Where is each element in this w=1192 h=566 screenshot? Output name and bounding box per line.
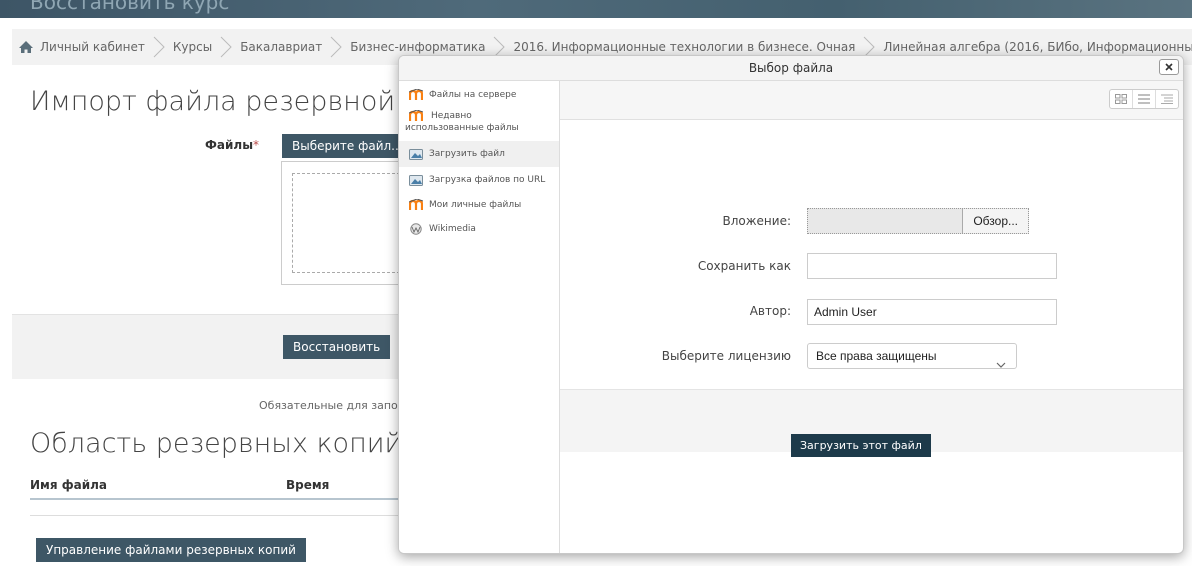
tree-view-icon[interactable]: [1156, 90, 1178, 108]
choose-file-button[interactable]: Выберите файл...: [282, 134, 402, 158]
repository-item-wikimedia[interactable]: Wikimedia: [399, 217, 559, 241]
home-icon[interactable]: [18, 40, 34, 54]
repository-item-url-download[interactable]: Загрузка файлов по URL: [399, 167, 559, 193]
repository-label: Загрузить файл: [429, 149, 505, 159]
view-mode-buttons: [1109, 89, 1179, 109]
moodle-icon: [408, 109, 424, 122]
repository-list: Файлы на сервере Недавно использованные …: [399, 81, 560, 553]
files-label-text: Файлы: [205, 138, 254, 152]
breadcrumb-chevron-icon: [153, 36, 165, 58]
author-input[interactable]: Admin User: [807, 299, 1057, 325]
repository-item-upload-file[interactable]: Загрузить файл: [399, 141, 559, 167]
upload-icon: [409, 148, 423, 160]
browse-button[interactable]: Обзор...: [962, 209, 1028, 233]
breadcrumb-item-business-informatics[interactable]: Бизнес-информатика: [350, 40, 485, 54]
breadcrumb-item-program[interactable]: 2016. Информационные технологии в бизнес…: [513, 40, 855, 54]
upload-pane: Вложение: Обзор... Сохранить как Автор: …: [560, 81, 1183, 553]
repository-item-recent-files[interactable]: Недавно использованные файлы: [399, 107, 559, 141]
files-label: Файлы*: [205, 138, 259, 152]
list-view-icon[interactable]: [1133, 90, 1156, 108]
save-as-label: Сохранить как: [697, 259, 791, 273]
breadcrumb-chevron-icon: [330, 36, 342, 58]
view-toolbar: [560, 81, 1183, 120]
license-label: Выберите лицензию: [661, 349, 791, 363]
upload-icon: [409, 174, 423, 186]
moodle-icon: [408, 88, 424, 101]
column-header-time: Время: [286, 478, 330, 492]
repository-label: Мои личные файлы: [429, 200, 522, 210]
dropzone-border: [292, 173, 410, 273]
close-icon[interactable]: [1159, 59, 1179, 75]
attachment-label: Вложение:: [722, 214, 791, 228]
repository-label: Недавно использованные файлы: [405, 111, 519, 133]
header-band: Восстановить курс: [0, 0, 1192, 18]
table-header-divider: [30, 498, 410, 500]
dialog-title: Выбор файла: [748, 61, 834, 75]
upload-this-file-button[interactable]: Загрузить этот файл: [791, 434, 931, 457]
breadcrumb-item-dashboard[interactable]: Личный кабинет: [40, 40, 145, 54]
breadcrumb-item-bachelor[interactable]: Бакалавриат: [240, 40, 322, 54]
required-mark: *: [253, 138, 260, 152]
course-title: Восстановить курс: [30, 0, 230, 14]
wikimedia-icon: [409, 223, 423, 235]
dialog-titlebar: Выбор файла: [399, 56, 1183, 81]
breadcrumb-item-course[interactable]: Линейная алгебра (2016, БИбо, Информацио…: [883, 40, 1192, 54]
save-as-input[interactable]: [807, 253, 1057, 279]
manage-backups-button[interactable]: Управление файлами резервных копий: [36, 538, 306, 562]
breadcrumb-chevron-icon: [220, 36, 232, 58]
moodle-icon: [408, 198, 424, 211]
restore-button[interactable]: Восстановить: [283, 335, 391, 359]
attachment-file-input[interactable]: Обзор...: [807, 208, 1029, 234]
chevron-down-icon: [996, 352, 1006, 376]
repository-label: Wikimedia: [429, 224, 476, 234]
file-picker-dialog: Выбор файла Файлы на сервере Недавно исп…: [398, 55, 1184, 554]
repository-item-private-files[interactable]: Мои личные файлы: [399, 193, 559, 217]
repository-label: Загрузка файлов по URL: [429, 175, 546, 185]
repository-label: Файлы на сервере: [429, 90, 517, 100]
author-label: Автор:: [749, 304, 791, 318]
breadcrumb-item-courses[interactable]: Курсы: [173, 40, 212, 54]
file-dropzone[interactable]: [281, 161, 411, 285]
license-select[interactable]: Все права защищены: [807, 343, 1017, 369]
icons-view-icon[interactable]: [1110, 90, 1133, 108]
column-header-filename: Имя файла: [30, 478, 108, 492]
repository-item-server-files[interactable]: Файлы на сервере: [399, 83, 559, 107]
license-select-value: Все права защищены: [816, 349, 937, 363]
table-row-divider: [30, 515, 410, 516]
